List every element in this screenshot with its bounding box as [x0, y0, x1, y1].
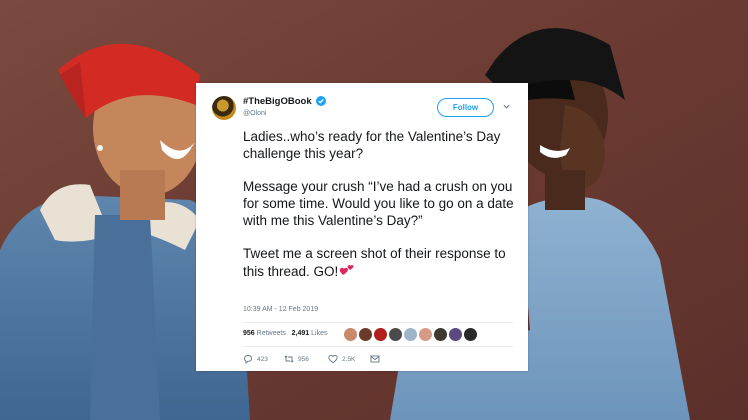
direct-message-button[interactable]	[370, 354, 380, 364]
tweet-text: Ladies..who’s ready for the Valentine’s …	[243, 128, 523, 296]
profile-avatar[interactable]	[212, 96, 236, 120]
liker-avatar[interactable]	[464, 328, 477, 341]
liker-avatar[interactable]	[404, 328, 417, 341]
likes-label[interactable]: Likes	[311, 330, 327, 337]
divider	[243, 322, 513, 323]
like-count: 2.5K	[342, 355, 356, 363]
retweet-count: 956	[298, 355, 309, 363]
reply-icon	[244, 355, 252, 364]
liker-avatars	[344, 328, 477, 341]
follow-button[interactable]: Follow	[437, 98, 494, 117]
liker-avatar[interactable]	[344, 328, 357, 341]
chevron-down-icon[interactable]	[502, 102, 511, 111]
user-handle[interactable]: @Oloni	[243, 110, 266, 117]
likes-count[interactable]: 2,491	[292, 330, 310, 337]
retweet-icon	[284, 355, 294, 363]
tweet-timestamp[interactable]: 10:39 AM - 12 Feb 2019	[243, 306, 318, 313]
retweets-label[interactable]: Retweets	[257, 330, 286, 337]
retweets-count[interactable]: 956	[243, 330, 255, 337]
tweet-paragraph: Ladies..who’s ready for the Valentine’s …	[243, 129, 501, 161]
tweet-paragraph-text: Tweet me a screen shot of their response…	[243, 246, 506, 279]
verified-icon	[316, 96, 326, 106]
reply-count: 423	[257, 355, 268, 363]
liker-avatar[interactable]	[434, 328, 447, 341]
reply-button[interactable]: 423	[243, 354, 268, 364]
retweet-button[interactable]: 956	[284, 354, 309, 364]
message-icon	[370, 355, 380, 363]
divider	[243, 346, 513, 347]
liker-avatar[interactable]	[359, 328, 372, 341]
liker-avatar[interactable]	[374, 328, 387, 341]
liker-avatar[interactable]	[389, 328, 402, 341]
two-hearts-emoji	[340, 265, 354, 275]
like-icon	[328, 354, 338, 364]
tweet-paragraph-last: Tweet me a screen shot of their response…	[243, 245, 523, 280]
display-name[interactable]: #TheBigOBook	[243, 96, 312, 107]
liker-avatar[interactable]	[419, 328, 432, 341]
liker-avatar[interactable]	[449, 328, 462, 341]
engagement-stats: 956 Retweets 2,491 Likes	[243, 330, 328, 337]
like-button[interactable]: 2.5K	[328, 354, 355, 364]
tweet-paragraph: Message your crush “I’ve had a crush on …	[243, 179, 514, 228]
tweet-card: #TheBigOBook @Oloni Follow Ladies..who’s…	[196, 83, 528, 371]
